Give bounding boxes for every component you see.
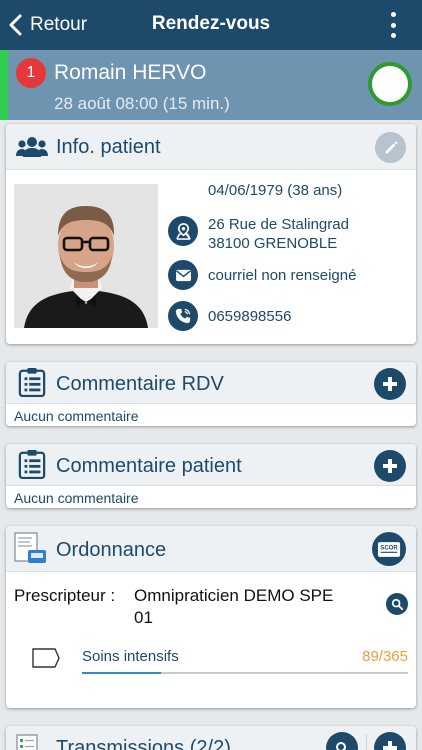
location-icon[interactable] — [168, 216, 198, 246]
page-title: Rendez-vous — [151, 13, 271, 34]
transmissions-title: Transmissions (2/2) — [56, 737, 231, 750]
add-transmission-button[interactable] — [374, 732, 406, 750]
patient-photo — [14, 184, 158, 328]
patient-portrait-image — [14, 184, 158, 328]
prescription-header: Ordonnance SCOR — [6, 526, 416, 572]
add-appointment-comment-button[interactable] — [374, 368, 406, 400]
edit-button[interactable] — [375, 132, 406, 163]
care-progress-bar — [82, 672, 408, 674]
add-patient-comment-button[interactable] — [374, 450, 406, 482]
pencil-icon — [385, 140, 398, 153]
prescription-card: Ordonnance SCOR Prescripteur : Omniprati… — [6, 526, 416, 708]
search-icon — [336, 742, 346, 750]
patient-info-header: Info. patient — [6, 124, 416, 170]
search-transmissions-button[interactable] — [326, 732, 358, 750]
mail-icon[interactable] — [168, 260, 198, 290]
appointment-status-toggle[interactable] — [368, 62, 412, 106]
transmissions-icon — [16, 734, 38, 750]
patient-address-line2: 38100 GRENOBLE — [208, 235, 338, 252]
prescriber-name-line2: 01 — [134, 608, 153, 627]
clipboard-icon — [18, 368, 46, 397]
patient-comment-title: Commentaire patient — [56, 455, 242, 477]
more-options-icon[interactable] — [386, 12, 400, 38]
header-divider — [366, 734, 367, 750]
plus-icon — [383, 741, 397, 750]
scor-label: SCOR — [380, 545, 398, 551]
status-stripe — [0, 50, 8, 120]
search-prescriber-button[interactable] — [386, 593, 408, 615]
patient-comment-header: Commentaire patient — [6, 444, 416, 486]
appointment-header: 1 Romain HERVO 28 août 08:00 (15 min.) — [0, 50, 422, 120]
transmissions-header: Transmissions (2/2) — [6, 726, 416, 750]
plus-icon — [383, 377, 397, 391]
patient-email: courriel non renseigné — [208, 267, 357, 284]
appointment-comment-card: Commentaire RDV Aucun commentaire — [6, 362, 416, 426]
patient-phone[interactable]: 0659898556 — [208, 307, 291, 326]
patient-birthdate: 04/06/1979 (38 ans) — [208, 182, 343, 199]
patient-comment-card: Commentaire patient Aucun commentaire — [6, 444, 416, 508]
prescription-icon — [14, 532, 46, 563]
care-tag-icon — [32, 648, 60, 668]
care-label[interactable]: Soins intensifs — [82, 648, 179, 665]
appointment-datetime: 28 août 08:00 (15 min.) — [54, 94, 230, 113]
prescription-title: Ordonnance — [56, 539, 167, 561]
navigation-bar: Retour Rendez-vous — [0, 0, 422, 50]
prescriber-label: Prescripteur : — [14, 586, 116, 605]
scor-button[interactable]: SCOR — [372, 532, 406, 566]
patient-comment-text: Aucun commentaire — [14, 490, 139, 506]
phone-icon[interactable] — [168, 301, 198, 331]
people-icon — [16, 137, 48, 157]
appointment-comment-header: Commentaire RDV — [6, 362, 416, 404]
appointment-comment-text: Aucun commentaire — [14, 408, 139, 424]
transmissions-card: Transmissions (2/2) — [6, 726, 416, 750]
prescriber-name-line1: Omnipraticien DEMO SPE — [134, 586, 334, 605]
search-icon — [391, 598, 403, 610]
care-progress-fill — [82, 672, 162, 674]
patient-address-line1: 26 Rue de Stalingrad — [208, 216, 349, 233]
care-count: 89/365 — [362, 648, 408, 665]
appointment-comment-title: Commentaire RDV — [56, 373, 224, 395]
patient-info-card: Info. patient 04/06/1979 (38 ans) 26 Rue… — [6, 124, 416, 344]
clipboard-icon — [18, 450, 46, 479]
scor-document-icon: SCOR — [377, 541, 401, 557]
appointment-badge: 1 — [16, 58, 46, 88]
patient-info-title: Info. patient — [56, 136, 161, 158]
plus-icon — [383, 459, 397, 473]
patient-name: Romain HERVO — [54, 61, 207, 84]
